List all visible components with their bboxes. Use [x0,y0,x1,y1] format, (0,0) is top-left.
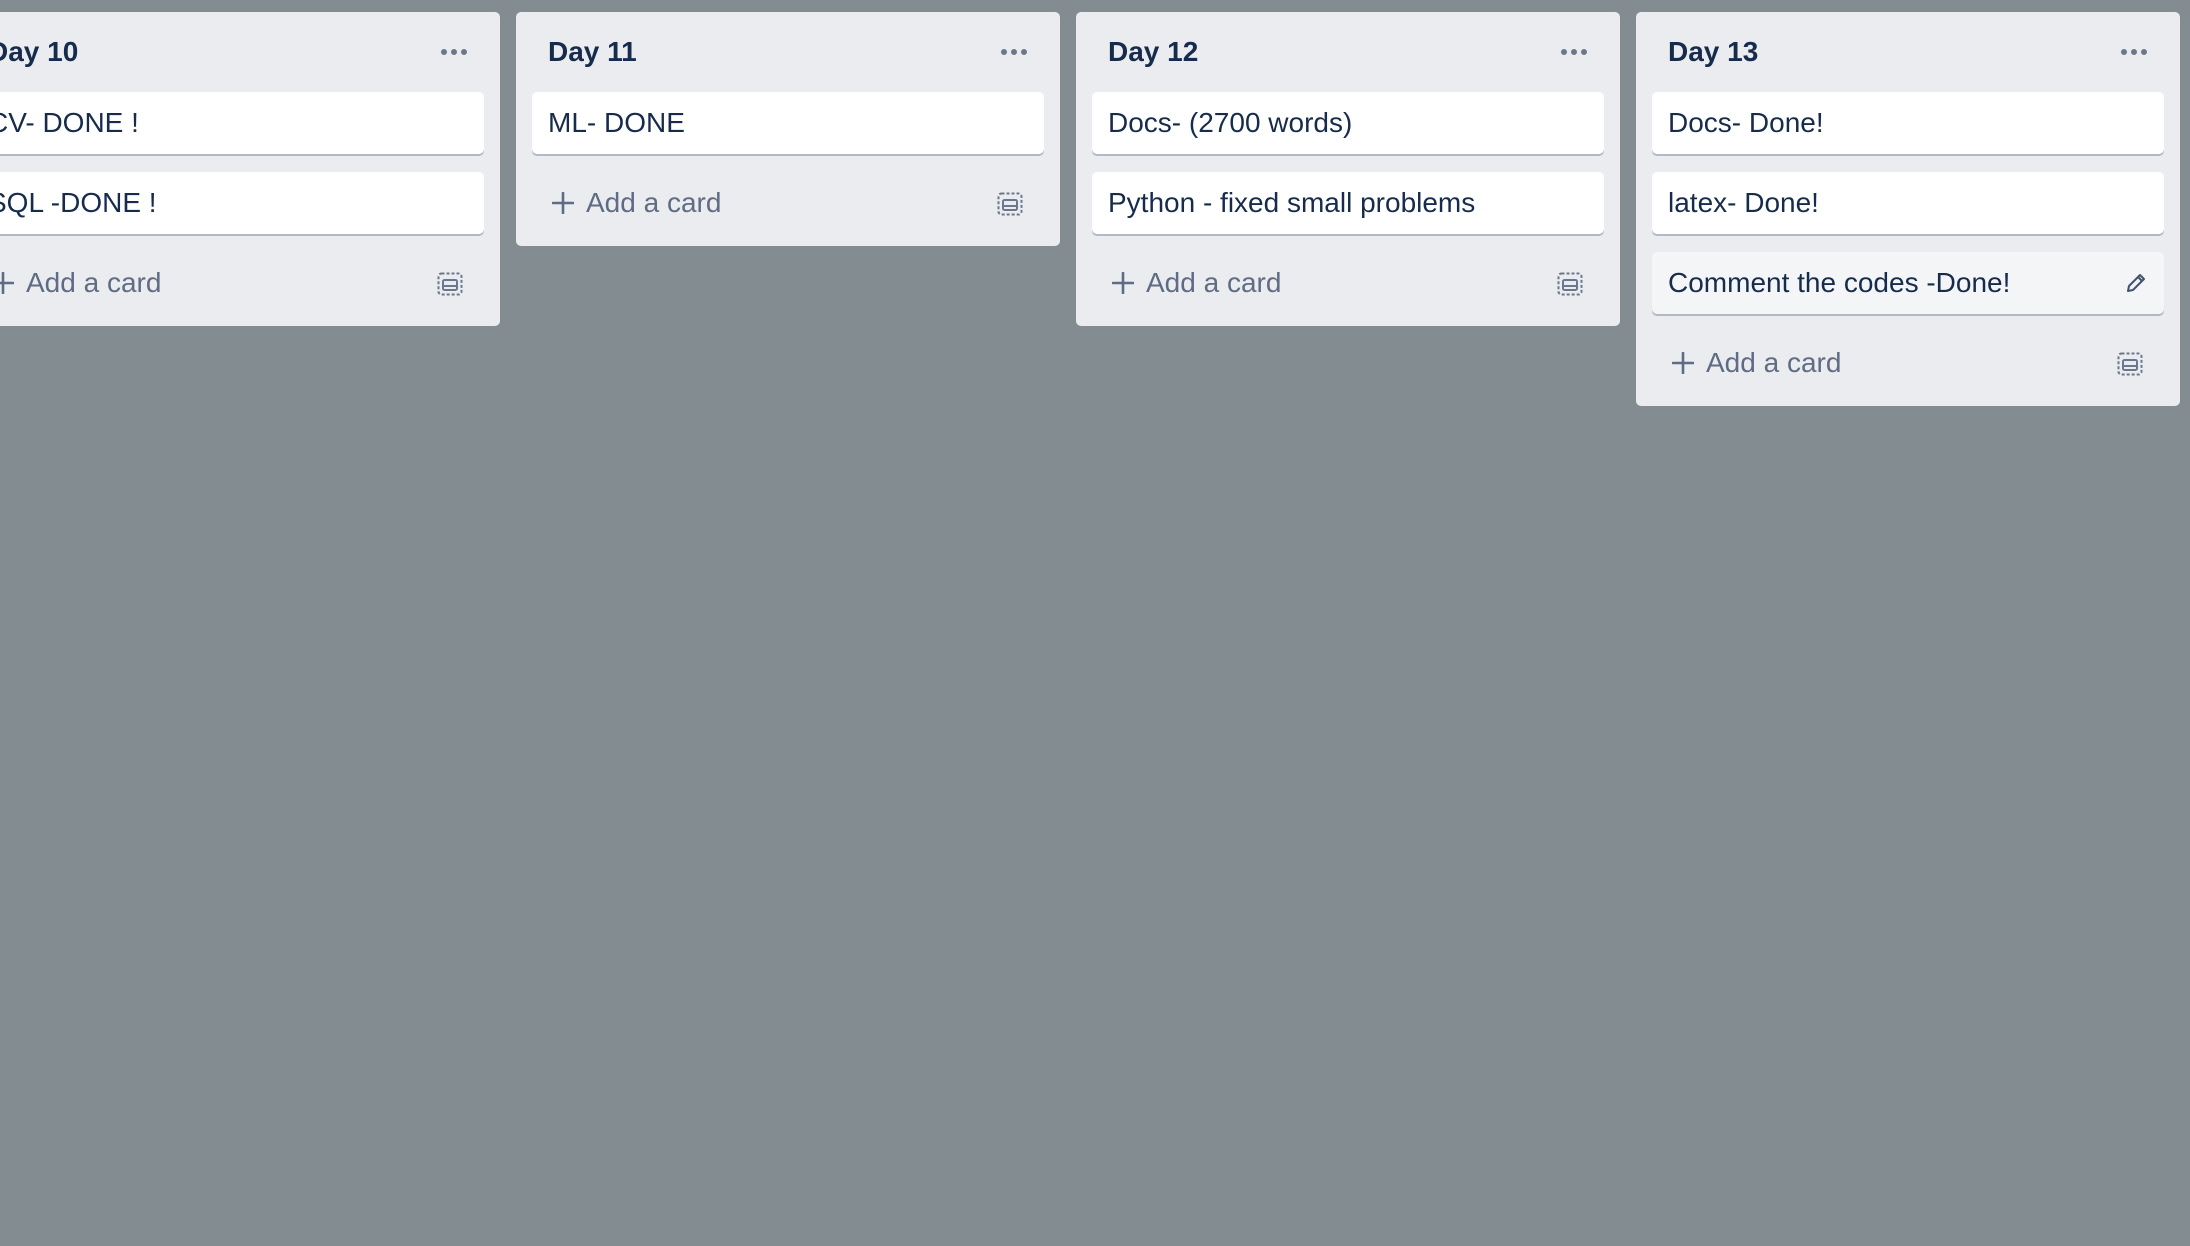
card-composer: Add a card [1092,252,1604,314]
card[interactable]: SQL -DONE ! [0,172,484,234]
list-title[interactable]: Day 12 [1108,36,1198,68]
plus-icon [1672,352,1694,374]
list-menu-button[interactable] [1554,34,1594,70]
list-day-11: Day 11 ML- DONE Add a card [516,12,1060,246]
plus-icon [552,192,574,214]
more-horizontal-icon [1001,49,1027,55]
add-card-button[interactable]: Add a card [1100,256,1293,310]
card[interactable]: ML- DONE [532,92,1044,154]
list-title[interactable]: Day 13 [1668,36,1758,68]
card[interactable]: Comment the codes -Done! [1652,252,2164,314]
add-card-button[interactable]: Add a card [1660,336,1853,390]
more-horizontal-icon [1561,49,1587,55]
create-from-template-button[interactable] [428,262,472,306]
more-horizontal-icon [2121,49,2147,55]
list-header: Day 13 [1652,12,2164,92]
card-composer: Add a card [532,172,1044,234]
card[interactable]: latex- Done! [1652,172,2164,234]
card-title: ML- DONE [548,107,685,138]
card-template-icon [1557,272,1583,296]
list-day-13: Day 13 Docs- Done! latex- Done! Comment … [1636,12,2180,406]
card-title: Python - fixed small problems [1108,187,1476,218]
add-card-label: Add a card [1706,347,1842,378]
card-template-icon [437,272,463,296]
add-card-button[interactable]: Add a card [540,176,733,230]
add-card-label: Add a card [1146,267,1282,298]
card-title: latex- Done! [1668,187,1819,218]
plus-icon [0,272,14,294]
card-title: SQL -DONE ! [0,187,157,218]
card[interactable]: Python - fixed small problems [1092,172,1604,234]
pencil-icon [2127,274,2145,292]
list-title[interactable]: Day 11 [548,36,637,68]
add-card-label: Add a card [26,267,162,298]
list-header: Day 10 [0,12,484,92]
list-day-10: Day 10 CV- DONE ! SQL -DONE ! Add a card [0,12,500,326]
list-day-12: Day 12 Docs- (2700 words) Python - fixed… [1076,12,1620,326]
list-header: Day 12 [1092,12,1604,92]
card[interactable]: Docs- Done! [1652,92,2164,154]
list-title[interactable]: Day 10 [0,36,78,68]
card[interactable]: Docs- (2700 words) [1092,92,1604,154]
create-from-template-button[interactable] [2108,342,2152,386]
list-menu-button[interactable] [994,34,1034,70]
card-composer: Add a card [1652,332,2164,394]
plus-icon [1112,272,1134,294]
add-card-button[interactable]: Add a card [0,256,173,310]
add-card-label: Add a card [586,187,722,218]
board-canvas: Day 10 CV- DONE ! SQL -DONE ! Add a card… [0,0,2190,1246]
card-template-icon [2117,352,2143,376]
list-header: Day 11 [532,12,1044,92]
card-template-icon [997,192,1023,216]
list-menu-button[interactable] [2114,34,2154,70]
card-composer: Add a card [0,252,484,314]
list-menu-button[interactable] [434,34,474,70]
card[interactable]: CV- DONE ! [0,92,484,154]
card-title: Docs- Done! [1668,107,1824,138]
card-title: Comment the codes -Done! [1668,267,2011,298]
card-title: CV- DONE ! [0,107,139,138]
create-from-template-button[interactable] [1548,262,1592,306]
card-title: Docs- (2700 words) [1108,107,1353,138]
more-horizontal-icon [441,49,467,55]
card-edit-button[interactable] [2118,265,2154,301]
create-from-template-button[interactable] [988,182,1032,226]
